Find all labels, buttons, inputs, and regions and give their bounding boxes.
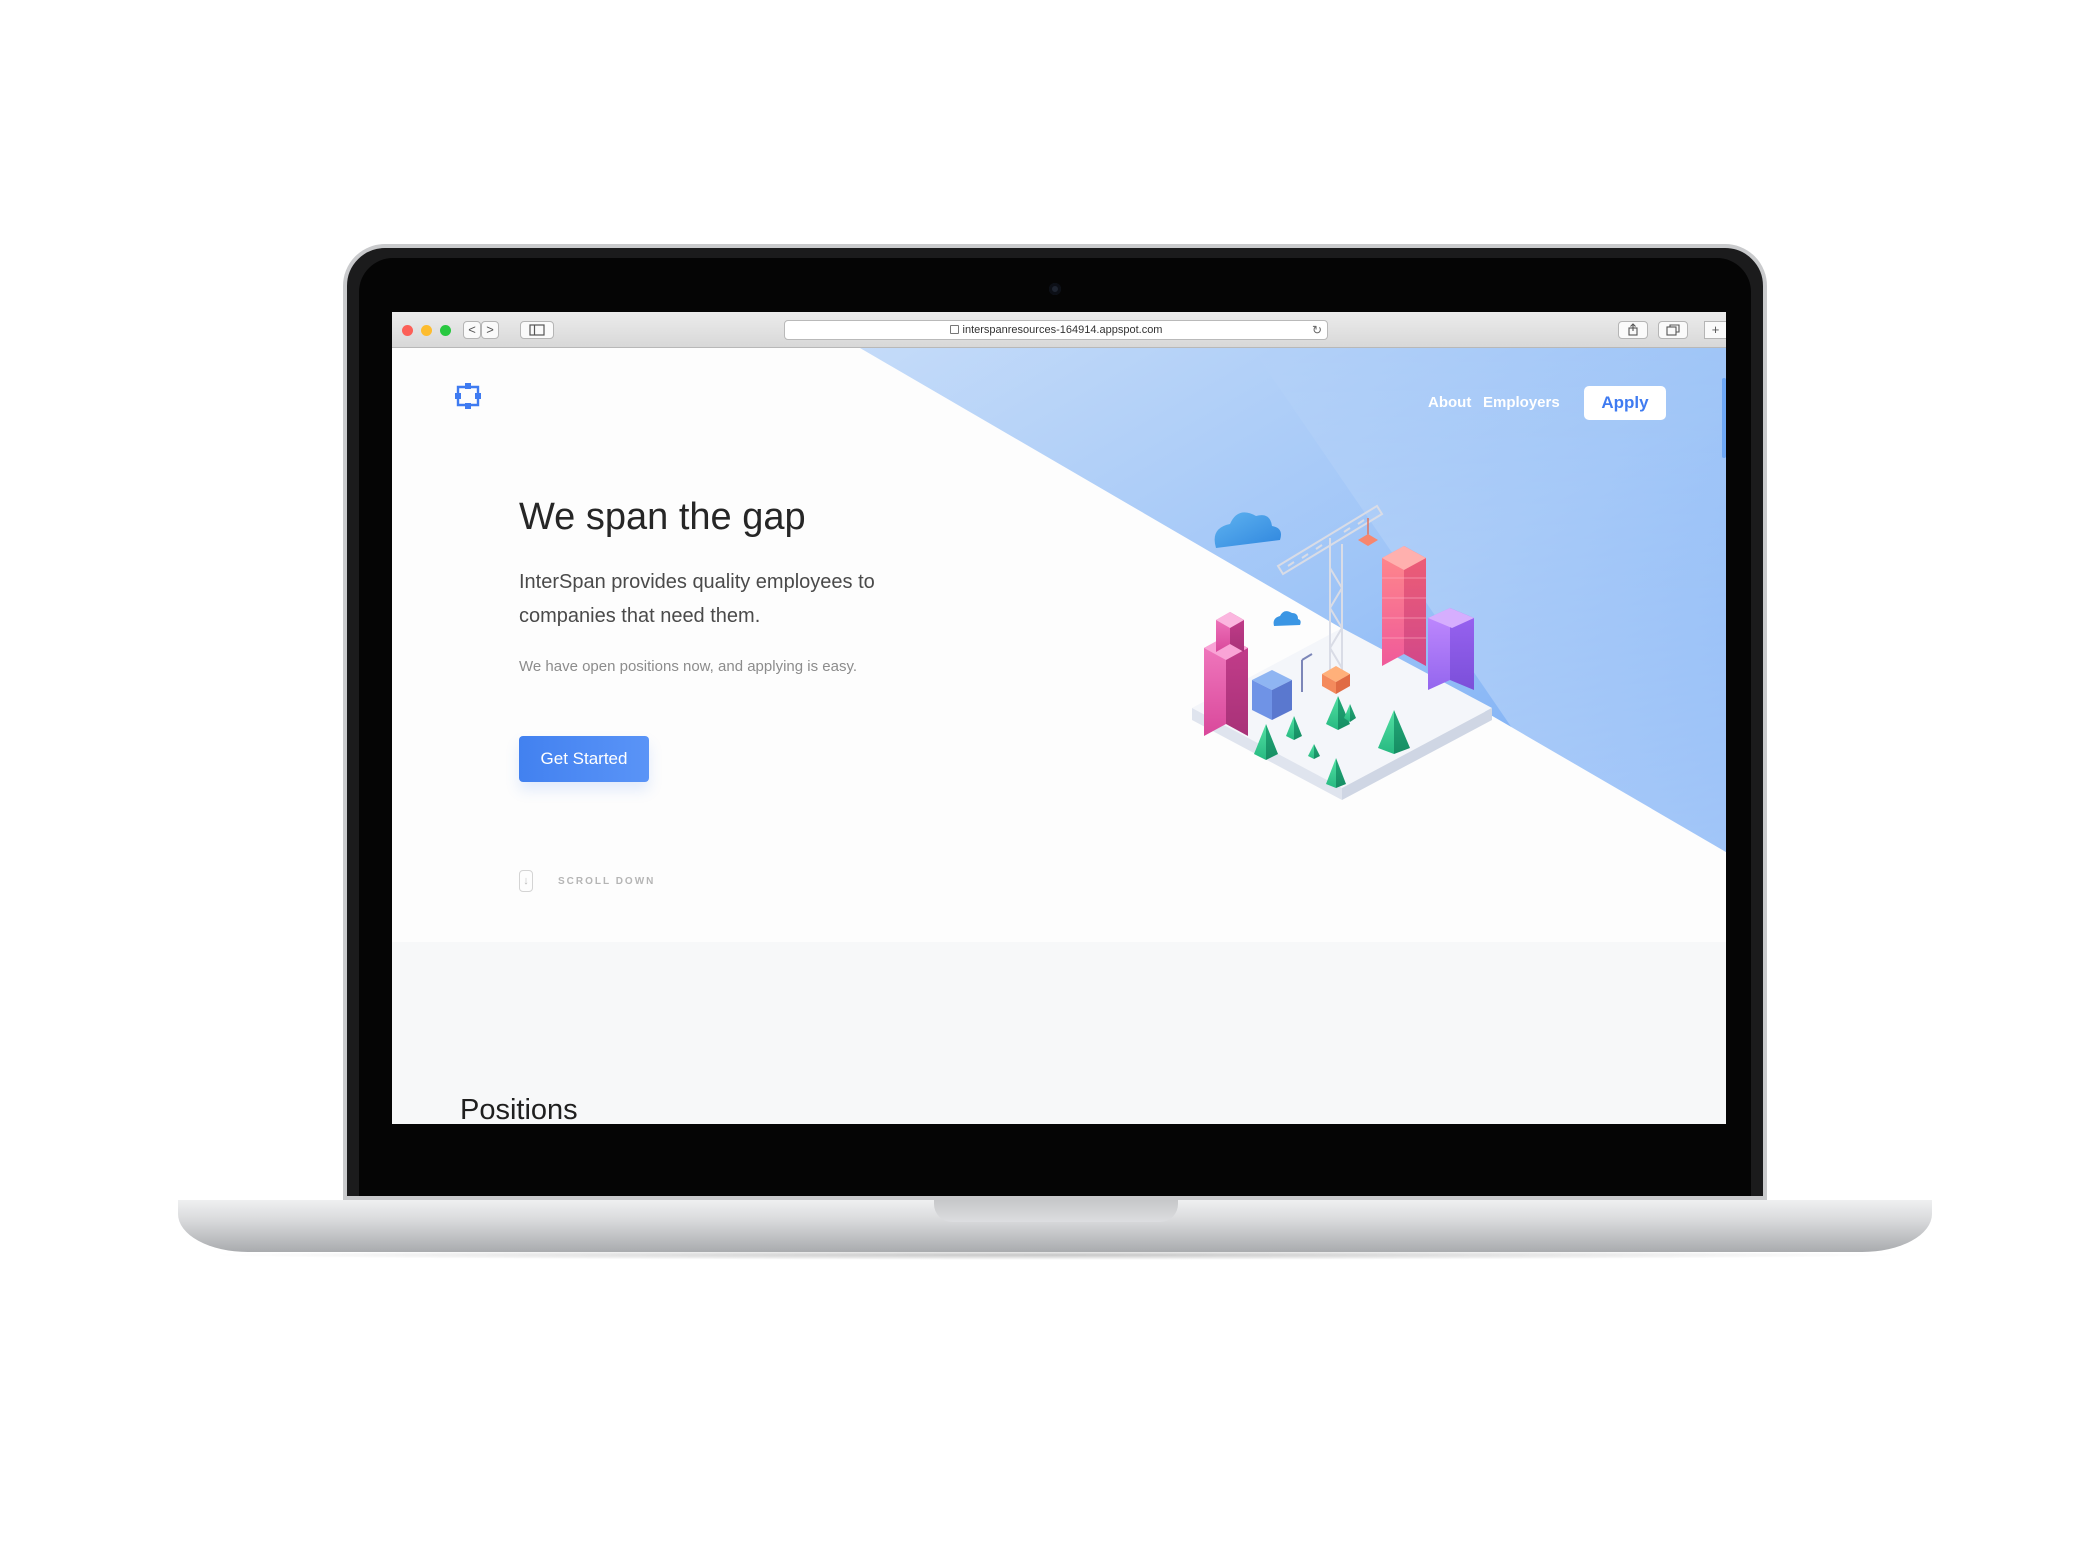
web-page: About Employers Apply We span the gap In… (392, 348, 1726, 1124)
scrollbar-thumb[interactable] (1722, 378, 1726, 458)
back-button[interactable]: < (463, 321, 481, 339)
scroll-down-label[interactable]: SCROLL DOWN (558, 876, 655, 887)
purple-building (1428, 608, 1474, 690)
pink-building (1204, 612, 1248, 736)
positions-section (392, 942, 1726, 1124)
arrow-down-icon[interactable]: ↓ (519, 870, 533, 892)
hero-headline: We span the gap (519, 496, 806, 538)
coral-tower (1382, 546, 1426, 666)
hero-note: We have open positions now, and applying… (519, 658, 857, 675)
tabs-button[interactable] (1658, 321, 1688, 339)
zoom-window-button[interactable] (440, 325, 451, 336)
browser-toolbar: < > interspanresources-164914.appspot.co… (392, 312, 1726, 348)
reload-icon[interactable]: ↻ (1312, 321, 1322, 339)
close-window-button[interactable] (402, 325, 413, 336)
nav-about-link[interactable]: About (1428, 394, 1471, 411)
interspan-logo-icon[interactable] (454, 382, 482, 410)
sidebar-icon (529, 324, 545, 336)
block-building (1252, 670, 1292, 720)
share-icon (1628, 323, 1638, 336)
address-bar[interactable]: interspanresources-164914.appspot.com ↻ (784, 320, 1328, 340)
minimize-window-button[interactable] (421, 325, 432, 336)
url-text: interspanresources-164914.appspot.com (962, 324, 1163, 336)
city-illustration (1192, 504, 1492, 800)
sidebar-button[interactable] (520, 321, 554, 339)
get-started-button[interactable]: Get Started (519, 736, 649, 782)
laptop-notch (934, 1200, 1178, 1222)
browser-window: < > interspanresources-164914.appspot.co… (392, 312, 1726, 1124)
back-icon: < (468, 322, 476, 337)
nav-employers-link[interactable]: Employers (1483, 394, 1560, 411)
hero-subheadline: InterSpan provides quality employees to … (519, 571, 875, 627)
cloud-icon (1214, 512, 1301, 626)
forward-icon: > (486, 322, 494, 337)
positions-title: Positions (460, 1094, 578, 1124)
scrollbar[interactable] (1721, 348, 1726, 1124)
camera (1049, 283, 1061, 295)
laptop-lid: < > interspanresources-164914.appspot.co… (343, 244, 1767, 1200)
tabs-icon (1666, 324, 1680, 336)
lock-icon (949, 325, 959, 334)
forward-button[interactable]: > (481, 321, 499, 339)
share-button[interactable] (1618, 321, 1648, 339)
new-tab-button[interactable]: + (1704, 321, 1726, 339)
plus-icon: + (1711, 322, 1720, 337)
apply-button[interactable]: Apply (1584, 386, 1666, 420)
